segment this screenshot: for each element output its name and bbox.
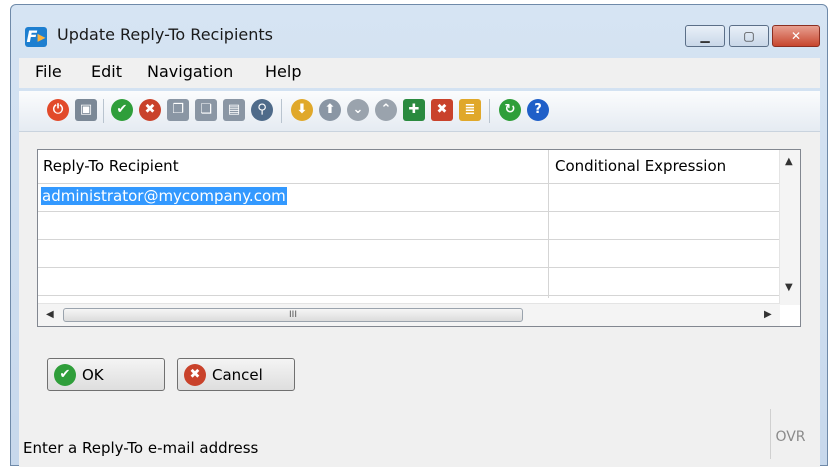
copy-icon[interactable]: ❐ <box>167 99 189 121</box>
delete-row-icon[interactable]: ✖ <box>431 99 453 121</box>
title-bar[interactable]: F▸ Update Reply-To Recipients ▁ ▢ ✕ <box>11 5 827 55</box>
column-header-reply-to[interactable]: Reply-To Recipient <box>43 157 179 175</box>
move-up-icon[interactable]: ⌃ <box>375 99 397 121</box>
table-row[interactable] <box>38 240 780 268</box>
table-row[interactable]: administrator@mycompany.com <box>38 184 780 212</box>
ok-label: OK <box>82 366 104 384</box>
upload-icon[interactable]: ⬆ <box>319 99 341 121</box>
document-icon[interactable]: ▤ <box>223 99 245 121</box>
toolbar-separator <box>489 99 490 123</box>
cancel-icon[interactable]: ✖ <box>139 99 161 121</box>
table-row[interactable] <box>38 268 780 296</box>
menu-navigation[interactable]: Navigation <box>147 62 233 81</box>
maximize-button[interactable]: ▢ <box>729 25 769 47</box>
close-button[interactable]: ✕ <box>772 25 820 47</box>
menu-bar: File Edit Navigation Help <box>19 58 820 88</box>
grid-header: Reply-To Recipient Conditional Expressio… <box>38 150 780 184</box>
download-icon[interactable]: ⬇ <box>291 99 313 121</box>
table-row[interactable] <box>38 212 780 240</box>
check-icon[interactable]: ✔ <box>111 99 133 121</box>
scroll-up-icon[interactable]: ▲ <box>785 156 793 167</box>
recipient-cell[interactable]: administrator@mycompany.com <box>41 187 287 205</box>
menu-edit[interactable]: Edit <box>91 62 122 81</box>
window-title: Update Reply-To Recipients <box>57 25 273 44</box>
power-icon[interactable]: ⏻ <box>47 99 69 121</box>
reply-to-grid[interactable]: Reply-To Recipient Conditional Expressio… <box>37 149 801 327</box>
column-header-conditional[interactable]: Conditional Expression <box>555 157 726 175</box>
cancel-button[interactable]: ✖ Cancel <box>177 358 295 391</box>
menu-help[interactable]: Help <box>265 62 301 81</box>
check-icon: ✔ <box>54 364 76 386</box>
properties-icon[interactable]: ≣ <box>459 99 481 121</box>
zoom-icon[interactable]: ⚲ <box>251 99 273 121</box>
refresh-icon[interactable]: ↻ <box>499 99 521 121</box>
overwrite-mode-indicator: OVR <box>770 409 810 459</box>
scroll-down-icon[interactable]: ▼ <box>785 282 793 293</box>
dialog-body: Reply-To Recipient Conditional Expressio… <box>19 132 820 467</box>
help-icon[interactable]: ? <box>527 99 549 121</box>
cancel-label: Cancel <box>212 366 263 384</box>
scroll-thumb[interactable]: III <box>63 308 523 322</box>
app-logo-icon: F▸ <box>25 27 47 47</box>
vertical-scrollbar[interactable]: ▲ ▼ <box>779 150 800 305</box>
ok-button[interactable]: ✔ OK <box>47 358 165 391</box>
toolbar-separator <box>103 99 104 123</box>
move-down-icon[interactable]: ⌄ <box>347 99 369 121</box>
paste-icon[interactable]: ❏ <box>195 99 217 121</box>
horizontal-scrollbar[interactable]: ◀ III ▶ <box>38 303 780 326</box>
cancel-icon: ✖ <box>184 364 206 386</box>
toolbar-separator <box>281 99 282 123</box>
scroll-left-icon[interactable]: ◀ <box>46 309 54 320</box>
status-message: Enter a Reply-To e-mail address <box>23 439 259 457</box>
toolbar: ⏻ ▣ ✔ ✖ ❐ ❏ ▤ ⚲ ⬇ ⬆ ⌄ ⌃ ✚ ✖ ≣ ↻ ? <box>19 91 820 132</box>
status-bar: Enter a Reply-To e-mail address OVR <box>19 409 820 467</box>
scroll-right-icon[interactable]: ▶ <box>764 309 772 320</box>
minimize-button[interactable]: ▁ <box>685 25 725 47</box>
save-icon[interactable]: ▣ <box>75 99 97 121</box>
menu-file[interactable]: File <box>35 62 62 81</box>
dialog-window: F▸ Update Reply-To Recipients ▁ ▢ ✕ File… <box>10 4 828 467</box>
insert-row-icon[interactable]: ✚ <box>403 99 425 121</box>
